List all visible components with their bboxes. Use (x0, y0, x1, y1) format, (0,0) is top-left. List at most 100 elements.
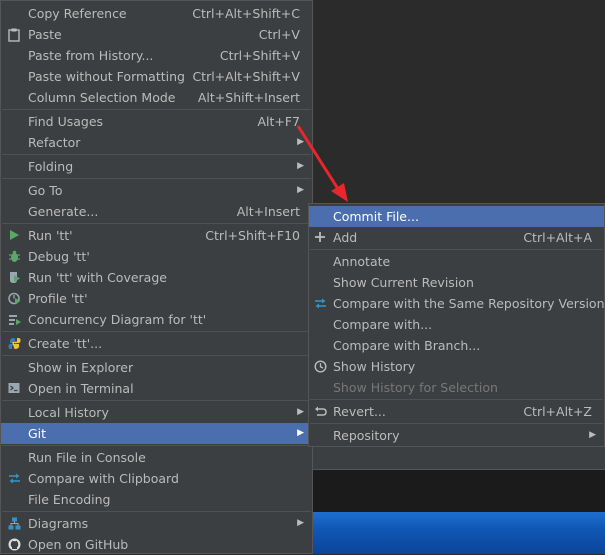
menu-separator (310, 399, 603, 400)
compare-icon (7, 472, 21, 486)
menu-item-run-with-coverage[interactable]: Run 'tt' with Coverage (1, 267, 312, 288)
menu-item-show-in-explorer[interactable]: Show in Explorer (1, 357, 312, 378)
menu-item-label: Paste from History... (28, 48, 154, 63)
menu-item-label: Column Selection Mode (28, 90, 176, 105)
git-item-compare-same-repo[interactable]: Compare with the Same Repository Version (309, 293, 605, 314)
menu-item-open-in-terminal[interactable]: Open in Terminal (1, 378, 312, 399)
editor-context-menu: Copy Reference Ctrl+Alt+Shift+C Paste Ct… (0, 0, 313, 554)
menu-item-label: Compare with... (333, 317, 433, 332)
menu-item-paste[interactable]: Paste Ctrl+V (1, 24, 312, 45)
menu-item-shortcut: Ctrl+Shift+V (219, 48, 300, 63)
debug-icon (7, 250, 21, 264)
submenu-arrow-icon: ▶ (297, 407, 304, 417)
git-item-compare-with-branch[interactable]: Compare with Branch... (309, 335, 604, 356)
menu-item-shortcut: Alt+F7 (257, 114, 300, 129)
git-submenu: Commit File... Add Ctrl+Alt+A Annotate S… (308, 203, 605, 447)
menu-item-find-usages[interactable]: Find Usages Alt+F7 (1, 111, 312, 132)
menu-item-open-on-github[interactable]: Open on GitHub (1, 534, 312, 555)
menu-item-shortcut: Ctrl+Alt+A (523, 230, 592, 245)
menu-item-debug[interactable]: Debug 'tt' (1, 246, 312, 267)
menu-item-label: Show History for Selection (333, 380, 498, 395)
python-icon (7, 337, 21, 351)
submenu-arrow-icon: ▶ (297, 428, 304, 438)
git-item-repository[interactable]: Repository ▶ (309, 425, 604, 446)
menu-item-diagrams[interactable]: Diagrams ▶ (1, 513, 312, 534)
submenu-arrow-icon: ▶ (589, 430, 596, 440)
menu-item-label: Copy Reference (28, 6, 127, 21)
coverage-icon (7, 271, 21, 285)
menu-item-compare-with-clipboard[interactable]: Compare with Clipboard (1, 468, 312, 489)
git-item-show-current-revision[interactable]: Show Current Revision (309, 272, 604, 293)
menu-item-label: Commit File... (333, 209, 419, 224)
menu-separator (310, 423, 603, 424)
menu-item-label: Find Usages (28, 114, 104, 129)
menu-item-folding[interactable]: Folding ▶ (1, 156, 312, 177)
menu-item-label: Paste without Formatting (28, 69, 185, 84)
menu-separator (2, 109, 311, 110)
git-item-compare-with[interactable]: Compare with... (309, 314, 604, 335)
menu-separator (2, 400, 311, 401)
menu-item-label: Repository (333, 428, 400, 443)
menu-item-label: Paste (28, 27, 62, 42)
submenu-arrow-icon: ▶ (297, 518, 304, 528)
menu-item-create-config[interactable]: Create 'tt'... (1, 333, 312, 354)
github-icon (7, 538, 21, 552)
menu-item-label: Debug 'tt' (28, 249, 90, 264)
menu-item-profile[interactable]: Profile 'tt' (1, 288, 312, 309)
menu-item-label: Show Current Revision (333, 275, 474, 290)
menu-item-label: Run File in Console (28, 450, 146, 465)
git-item-show-history-selection[interactable]: Show History for Selection (309, 377, 604, 398)
menu-item-label: Compare with Branch... (333, 338, 481, 353)
menu-item-run[interactable]: Run 'tt' Ctrl+Shift+F10 (1, 225, 312, 246)
menu-separator (2, 445, 311, 446)
menu-item-local-history[interactable]: Local History ▶ (1, 402, 312, 423)
menu-item-label: Run 'tt' with Coverage (28, 270, 167, 285)
menu-item-label: Git (28, 426, 47, 441)
menu-item-label: Show in Explorer (28, 360, 134, 375)
compare-arrows-icon (313, 297, 327, 311)
menu-item-label: Local History (28, 405, 109, 420)
menu-item-label: Refactor (28, 135, 81, 150)
git-item-show-history[interactable]: Show History (309, 356, 604, 377)
git-item-commit-file[interactable]: Commit File... (309, 206, 604, 227)
concurrency-icon (7, 313, 21, 327)
menu-item-shortcut: Ctrl+Alt+Shift+V (192, 69, 300, 84)
menu-item-label: Show History (333, 359, 416, 374)
run-icon (7, 229, 21, 243)
menu-item-label: Diagrams (28, 516, 89, 531)
menu-item-refactor[interactable]: Refactor ▶ (1, 132, 312, 153)
plus-icon (313, 231, 327, 245)
menu-item-shortcut: Alt+Insert (236, 204, 300, 219)
menu-item-paste-without-formatting[interactable]: Paste without Formatting Ctrl+Alt+Shift+… (1, 66, 312, 87)
menu-item-label: Profile 'tt' (28, 291, 88, 306)
menu-item-concurrency-diagram[interactable]: Concurrency Diagram for 'tt' (1, 309, 312, 330)
menu-item-label: Add (333, 230, 358, 245)
git-item-revert[interactable]: Revert... Ctrl+Alt+Z (309, 401, 604, 422)
menu-separator (2, 355, 311, 356)
terminal-icon (7, 382, 21, 396)
menu-item-generate[interactable]: Generate... Alt+Insert (1, 201, 312, 222)
menu-item-label: Annotate (333, 254, 391, 269)
menu-item-label: Open in Terminal (28, 381, 134, 396)
menu-item-copy-reference[interactable]: Copy Reference Ctrl+Alt+Shift+C (1, 3, 312, 24)
menu-item-shortcut: Alt+Shift+Insert (197, 90, 300, 105)
menu-item-paste-from-history[interactable]: Paste from History... Ctrl+Shift+V (1, 45, 312, 66)
menu-item-label: Generate... (28, 204, 99, 219)
clipboard-icon (7, 28, 21, 42)
menu-item-label: Go To (28, 183, 63, 198)
menu-item-run-file-in-console[interactable]: Run File in Console (1, 447, 312, 468)
menu-item-label: Compare with the Same Repository Version (333, 296, 605, 311)
menu-item-shortcut: Ctrl+Alt+Z (523, 404, 592, 419)
menu-item-column-selection-mode[interactable]: Column Selection Mode Alt+Shift+Insert (1, 87, 312, 108)
submenu-arrow-icon: ▶ (297, 185, 304, 195)
menu-item-label: Folding (28, 159, 74, 174)
menu-item-label: Open on GitHub (28, 537, 129, 552)
git-item-add[interactable]: Add Ctrl+Alt+A (309, 227, 604, 248)
menu-separator (310, 249, 603, 250)
menu-item-go-to[interactable]: Go To ▶ (1, 180, 312, 201)
menu-item-git[interactable]: Git ▶ (1, 423, 312, 444)
menu-separator (2, 154, 311, 155)
git-item-annotate[interactable]: Annotate (309, 251, 604, 272)
menu-item-file-encoding[interactable]: File Encoding (1, 489, 312, 510)
menu-item-label: Run 'tt' (28, 228, 73, 243)
